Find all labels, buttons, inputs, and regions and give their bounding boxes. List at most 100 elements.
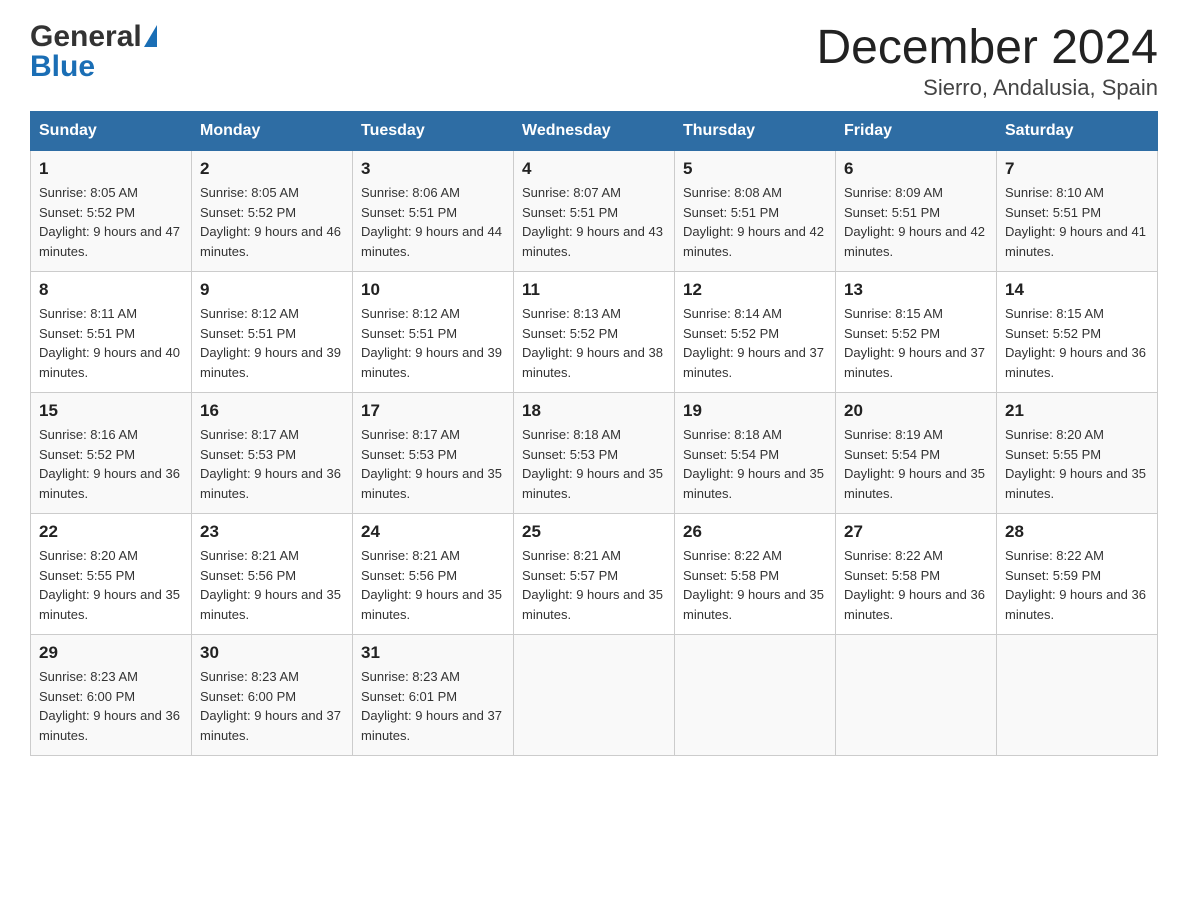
calendar-week-4: 22 Sunrise: 8:20 AMSunset: 5:55 PMDayligh… bbox=[31, 514, 1158, 635]
day-number: 16 bbox=[200, 401, 344, 421]
calendar-cell: 25 Sunrise: 8:21 AMSunset: 5:57 PMDayligh… bbox=[514, 514, 675, 635]
day-number: 10 bbox=[361, 280, 505, 300]
calendar-cell: 28 Sunrise: 8:22 AMSunset: 5:59 PMDayligh… bbox=[997, 514, 1158, 635]
day-info: Sunrise: 8:17 AMSunset: 5:53 PMDaylight:… bbox=[361, 425, 505, 503]
day-info: Sunrise: 8:22 AMSunset: 5:58 PMDaylight:… bbox=[844, 546, 988, 624]
weekday-header-friday: Friday bbox=[836, 112, 997, 151]
day-number: 19 bbox=[683, 401, 827, 421]
day-number: 31 bbox=[361, 643, 505, 663]
day-info: Sunrise: 8:20 AMSunset: 5:55 PMDaylight:… bbox=[1005, 425, 1149, 503]
location-subtitle: Sierro, Andalusia, Spain bbox=[816, 75, 1158, 101]
day-info: Sunrise: 8:23 AMSunset: 6:00 PMDaylight:… bbox=[39, 667, 183, 745]
day-info: Sunrise: 8:17 AMSunset: 5:53 PMDaylight:… bbox=[200, 425, 344, 503]
logo: General Blue bbox=[30, 20, 157, 84]
day-info: Sunrise: 8:09 AMSunset: 5:51 PMDaylight:… bbox=[844, 183, 988, 261]
calendar-cell bbox=[997, 635, 1158, 756]
day-info: Sunrise: 8:12 AMSunset: 5:51 PMDaylight:… bbox=[361, 304, 505, 382]
day-number: 9 bbox=[200, 280, 344, 300]
day-info: Sunrise: 8:06 AMSunset: 5:51 PMDaylight:… bbox=[361, 183, 505, 261]
weekday-header-saturday: Saturday bbox=[997, 112, 1158, 151]
day-info: Sunrise: 8:13 AMSunset: 5:52 PMDaylight:… bbox=[522, 304, 666, 382]
calendar-cell: 1 Sunrise: 8:05 AMSunset: 5:52 PMDaylight… bbox=[31, 151, 192, 272]
day-info: Sunrise: 8:12 AMSunset: 5:51 PMDaylight:… bbox=[200, 304, 344, 382]
weekday-header-monday: Monday bbox=[192, 112, 353, 151]
calendar-cell: 9 Sunrise: 8:12 AMSunset: 5:51 PMDaylight… bbox=[192, 272, 353, 393]
day-number: 12 bbox=[683, 280, 827, 300]
weekday-header-thursday: Thursday bbox=[675, 112, 836, 151]
calendar-cell bbox=[514, 635, 675, 756]
calendar-cell: 30Sunrise: 8:23 AMSunset: 6:00 PMDayligh… bbox=[192, 635, 353, 756]
day-info: Sunrise: 8:05 AMSunset: 5:52 PMDaylight:… bbox=[200, 183, 344, 261]
day-info: Sunrise: 8:21 AMSunset: 5:56 PMDaylight:… bbox=[361, 546, 505, 624]
day-info: Sunrise: 8:18 AMSunset: 5:54 PMDaylight:… bbox=[683, 425, 827, 503]
calendar-cell: 13Sunrise: 8:15 AMSunset: 5:52 PMDayligh… bbox=[836, 272, 997, 393]
calendar-cell: 2Sunrise: 8:05 AMSunset: 5:52 PMDaylight… bbox=[192, 151, 353, 272]
calendar-cell: 4Sunrise: 8:07 AMSunset: 5:51 PMDaylight… bbox=[514, 151, 675, 272]
weekday-header-row: SundayMondayTuesdayWednesdayThursdayFrid… bbox=[31, 112, 1158, 151]
calendar-week-1: 1 Sunrise: 8:05 AMSunset: 5:52 PMDaylight… bbox=[31, 151, 1158, 272]
calendar-week-2: 8 Sunrise: 8:11 AMSunset: 5:51 PMDaylight… bbox=[31, 272, 1158, 393]
month-year-title: December 2024 bbox=[816, 20, 1158, 75]
calendar-cell: 7Sunrise: 8:10 AMSunset: 5:51 PMDaylight… bbox=[997, 151, 1158, 272]
calendar-cell: 31 Sunrise: 8:23 AMSunset: 6:01 PMDayligh… bbox=[353, 635, 514, 756]
calendar-cell: 10 Sunrise: 8:12 AMSunset: 5:51 PMDayligh… bbox=[353, 272, 514, 393]
logo-triangle-icon bbox=[144, 25, 157, 47]
calendar-cell: 5 Sunrise: 8:08 AMSunset: 5:51 PMDaylight… bbox=[675, 151, 836, 272]
calendar-cell: 16 Sunrise: 8:17 AMSunset: 5:53 PMDayligh… bbox=[192, 393, 353, 514]
calendar-cell: 6Sunrise: 8:09 AMSunset: 5:51 PMDaylight… bbox=[836, 151, 997, 272]
day-number: 15 bbox=[39, 401, 183, 421]
day-info: Sunrise: 8:05 AMSunset: 5:52 PMDaylight:… bbox=[39, 183, 183, 261]
calendar-cell bbox=[836, 635, 997, 756]
weekday-header-sunday: Sunday bbox=[31, 112, 192, 151]
day-number: 3 bbox=[361, 159, 505, 179]
calendar-cell: 8 Sunrise: 8:11 AMSunset: 5:51 PMDaylight… bbox=[31, 272, 192, 393]
calendar-cell: 21 Sunrise: 8:20 AMSunset: 5:55 PMDayligh… bbox=[997, 393, 1158, 514]
day-number: 4 bbox=[522, 159, 666, 179]
calendar-cell: 3 Sunrise: 8:06 AMSunset: 5:51 PMDaylight… bbox=[353, 151, 514, 272]
weekday-header-wednesday: Wednesday bbox=[514, 112, 675, 151]
calendar-cell: 15Sunrise: 8:16 AMSunset: 5:52 PMDayligh… bbox=[31, 393, 192, 514]
day-info: Sunrise: 8:21 AMSunset: 5:57 PMDaylight:… bbox=[522, 546, 666, 624]
calendar-cell: 17 Sunrise: 8:17 AMSunset: 5:53 PMDayligh… bbox=[353, 393, 514, 514]
logo-general-text: General bbox=[30, 20, 142, 54]
calendar-cell: 27 Sunrise: 8:22 AMSunset: 5:58 PMDayligh… bbox=[836, 514, 997, 635]
day-info: Sunrise: 8:08 AMSunset: 5:51 PMDaylight:… bbox=[683, 183, 827, 261]
day-number: 27 bbox=[844, 522, 988, 542]
calendar-cell: 23Sunrise: 8:21 AMSunset: 5:56 PMDayligh… bbox=[192, 514, 353, 635]
calendar-cell: 26 Sunrise: 8:22 AMSunset: 5:58 PMDayligh… bbox=[675, 514, 836, 635]
calendar-cell: 18Sunrise: 8:18 AMSunset: 5:53 PMDayligh… bbox=[514, 393, 675, 514]
day-number: 24 bbox=[361, 522, 505, 542]
day-number: 21 bbox=[1005, 401, 1149, 421]
calendar-cell: 19 Sunrise: 8:18 AMSunset: 5:54 PMDayligh… bbox=[675, 393, 836, 514]
day-info: Sunrise: 8:22 AMSunset: 5:58 PMDaylight:… bbox=[683, 546, 827, 624]
day-info: Sunrise: 8:23 AMSunset: 6:01 PMDaylight:… bbox=[361, 667, 505, 745]
title-block: December 2024 Sierro, Andalusia, Spain bbox=[816, 20, 1158, 101]
calendar-cell: 12 Sunrise: 8:14 AMSunset: 5:52 PMDayligh… bbox=[675, 272, 836, 393]
day-number: 26 bbox=[683, 522, 827, 542]
day-number: 20 bbox=[844, 401, 988, 421]
day-number: 1 bbox=[39, 159, 183, 179]
day-info: Sunrise: 8:23 AMSunset: 6:00 PMDaylight:… bbox=[200, 667, 344, 745]
day-number: 25 bbox=[522, 522, 666, 542]
calendar-week-3: 15Sunrise: 8:16 AMSunset: 5:52 PMDayligh… bbox=[31, 393, 1158, 514]
calendar-cell: 11Sunrise: 8:13 AMSunset: 5:52 PMDayligh… bbox=[514, 272, 675, 393]
day-number: 7 bbox=[1005, 159, 1149, 179]
day-number: 22 bbox=[39, 522, 183, 542]
day-number: 23 bbox=[200, 522, 344, 542]
calendar-cell: 22 Sunrise: 8:20 AMSunset: 5:55 PMDayligh… bbox=[31, 514, 192, 635]
day-info: Sunrise: 8:11 AMSunset: 5:51 PMDaylight:… bbox=[39, 304, 183, 382]
day-info: Sunrise: 8:22 AMSunset: 5:59 PMDaylight:… bbox=[1005, 546, 1149, 624]
day-number: 14 bbox=[1005, 280, 1149, 300]
calendar-cell bbox=[675, 635, 836, 756]
day-number: 17 bbox=[361, 401, 505, 421]
page-header: General Blue December 2024 Sierro, Andal… bbox=[30, 20, 1158, 101]
day-info: Sunrise: 8:15 AMSunset: 5:52 PMDaylight:… bbox=[1005, 304, 1149, 382]
day-info: Sunrise: 8:14 AMSunset: 5:52 PMDaylight:… bbox=[683, 304, 827, 382]
day-number: 28 bbox=[1005, 522, 1149, 542]
day-number: 8 bbox=[39, 280, 183, 300]
weekday-header-tuesday: Tuesday bbox=[353, 112, 514, 151]
day-info: Sunrise: 8:20 AMSunset: 5:55 PMDaylight:… bbox=[39, 546, 183, 624]
day-number: 5 bbox=[683, 159, 827, 179]
day-number: 29 bbox=[39, 643, 183, 663]
logo-blue-text: Blue bbox=[30, 50, 95, 84]
